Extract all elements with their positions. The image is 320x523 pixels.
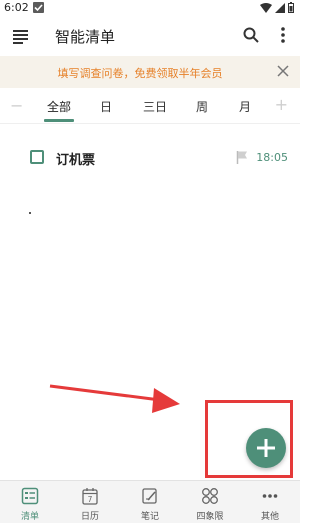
plus-icon <box>257 439 275 457</box>
task-row[interactable]: 订机票 18:05 <box>0 142 300 174</box>
survey-banner[interactable]: 填写调查问卷，免费领取半年会员 <box>0 56 300 88</box>
wifi-icon <box>260 2 272 13</box>
status-bar: 6:02 <box>0 0 300 16</box>
nav-label-notes: 笔记 <box>140 512 159 522</box>
nav-item-quadrant[interactable]: 四象限 <box>180 481 240 523</box>
signal-icon <box>275 2 285 13</box>
notes-icon <box>142 488 157 504</box>
stray-dot <box>29 212 31 214</box>
task-title[interactable]: 订机票 <box>56 149 95 168</box>
calendar-icon: 7 <box>82 488 98 505</box>
nav-item-list[interactable]: 清单 <box>0 481 60 523</box>
close-icon[interactable] <box>276 64 290 78</box>
tab-three-days[interactable]: 三日 <box>140 98 170 115</box>
menu-icon[interactable] <box>12 27 30 45</box>
nav-label-list: 清单 <box>20 512 39 522</box>
next-period-button[interactable]: + <box>275 95 288 114</box>
banner-text[interactable]: 填写调查问卷，免费领取半年会员 <box>0 65 280 81</box>
tab-all[interactable]: 全部 <box>44 98 74 115</box>
nav-label-calendar: 日历 <box>80 512 99 522</box>
checklist-icon <box>21 487 39 505</box>
tab-week[interactable]: 周 <box>193 98 211 115</box>
bottom-nav: 清单 7 日历 笔记 四象限 其他 <box>0 480 300 523</box>
calendar-day-number: 7 <box>88 495 93 504</box>
quadrant-icon <box>202 488 218 504</box>
nav-item-more[interactable]: 其他 <box>240 481 300 523</box>
previous-period-button[interactable]: − <box>10 96 23 115</box>
period-tabs: − 全部 日 三日 周 月 + <box>0 88 300 124</box>
annotation-arrow-icon <box>49 384 180 413</box>
add-task-button[interactable] <box>246 428 286 468</box>
search-icon[interactable] <box>242 26 260 44</box>
app-bar: 智能清单 <box>0 16 300 56</box>
page-title: 智能清单 <box>55 28 116 46</box>
active-tab-indicator <box>44 119 74 122</box>
status-time: 6:02 <box>4 1 29 14</box>
tab-month[interactable]: 月 <box>236 98 254 115</box>
flag-icon[interactable] <box>236 150 248 164</box>
nav-item-calendar[interactable]: 7 日历 <box>60 481 120 523</box>
status-icons <box>260 2 294 13</box>
nav-label-more: 其他 <box>260 512 279 522</box>
more-horizontal-icon <box>262 494 278 498</box>
tab-day[interactable]: 日 <box>97 98 115 115</box>
more-vertical-icon[interactable] <box>280 26 286 44</box>
nav-item-notes[interactable]: 笔记 <box>120 481 180 523</box>
task-checkbox[interactable] <box>30 150 44 164</box>
nav-label-quadrant: 四象限 <box>196 512 224 522</box>
task-time: 18:05 <box>256 151 288 164</box>
notification-check-icon <box>33 2 44 13</box>
battery-icon <box>288 2 294 13</box>
